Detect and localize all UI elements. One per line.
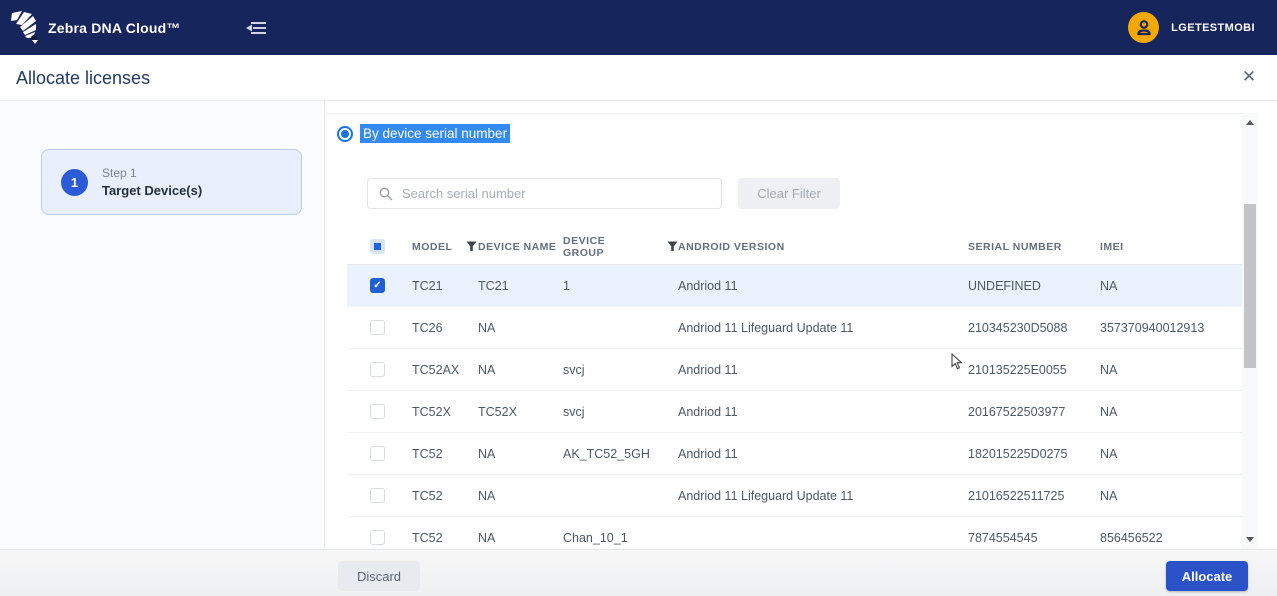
cell-android-version: Andriod 11 Lifeguard Update 11 — [678, 320, 854, 335]
row-checkbox[interactable] — [370, 362, 385, 377]
cell-device-group: svcj — [563, 404, 585, 419]
cell-device-group: svcj — [563, 362, 585, 377]
cell-device-name: TC21 — [478, 278, 509, 293]
search-icon — [379, 187, 393, 201]
cell-model: TC52 — [412, 446, 443, 461]
cell-model: TC52X — [412, 404, 451, 419]
column-header-android-version[interactable]: ANDROID VERSION — [678, 241, 968, 253]
close-icon[interactable]: ✕ — [1238, 66, 1260, 88]
modal-footer: Discard Allocate — [0, 549, 1277, 596]
column-header-device-name[interactable]: DEVICE NAME — [478, 241, 563, 253]
top-navbar: Zebra DNA Cloud™ LGETESTMOBI — [0, 0, 1277, 55]
cell-model: TC26 — [412, 320, 443, 335]
row-checkbox[interactable] — [370, 404, 385, 419]
table-row[interactable]: TC52AX NA svcj Andriod 11 210135225E0055… — [347, 349, 1242, 391]
cell-model: TC52 — [412, 488, 443, 503]
cell-serial-number: UNDEFINED — [968, 278, 1041, 293]
table-header-row: MODEL DEVICE NAME DEVICE GROUP ANDROID V… — [347, 229, 1242, 265]
cell-android-version: Andriod 11 — [678, 446, 738, 461]
step-1-card[interactable]: 1 Step 1 Target Device(s) — [41, 149, 302, 215]
cell-serial-number: 20167522503977 — [968, 404, 1066, 419]
modal-header: Allocate licenses ✕ — [0, 55, 1277, 100]
table-row[interactable]: TC26 NA Andriod 11 Lifeguard Update 11 2… — [347, 307, 1242, 349]
scroll-down-icon[interactable] — [1246, 537, 1254, 542]
clear-filter-button[interactable]: Clear Filter — [738, 178, 840, 209]
row-checkbox[interactable] — [370, 488, 385, 503]
cell-android-version: Andriod 11 — [678, 404, 738, 419]
cell-imei: 357370940012913 — [1100, 320, 1205, 335]
scroll-up-icon[interactable] — [1246, 120, 1254, 125]
cell-serial-number: 182015225D0275 — [968, 446, 1068, 461]
filter-icon[interactable] — [667, 241, 678, 252]
filter-mode-row: By device serial number — [337, 124, 511, 143]
scrollbar-thumb[interactable] — [1244, 204, 1256, 368]
select-all-checkbox[interactable] — [370, 239, 385, 254]
table-row[interactable]: TC52X TC52X svcj Andriod 11 201675225039… — [347, 391, 1242, 433]
table-row[interactable]: TC52 NA Chan_10_1 7874554545 856456522 — [347, 517, 1242, 549]
cell-serial-number: 210345230D5088 — [968, 320, 1068, 335]
cell-android-version: Andriod 11 — [678, 362, 738, 377]
devices-table: MODEL DEVICE NAME DEVICE GROUP ANDROID V… — [347, 229, 1242, 549]
cell-model: TC21 — [412, 278, 443, 293]
cell-android-version: Andriod 11 — [678, 278, 738, 293]
table-row[interactable]: TC52 NA Andriod 11 Lifeguard Update 11 2… — [347, 475, 1242, 517]
user-avatar[interactable] — [1128, 12, 1160, 43]
cell-serial-number: 7874554545 — [968, 530, 1038, 545]
cell-imei: 856456522 — [1100, 530, 1163, 545]
column-header-imei[interactable]: IMEI — [1100, 241, 1242, 253]
row-checkbox[interactable] — [370, 446, 385, 461]
column-header-model[interactable]: MODEL — [412, 241, 478, 253]
cell-imei: NA — [1100, 362, 1118, 377]
content-top-divider — [326, 113, 1242, 114]
cell-device-group: 1 — [563, 278, 570, 293]
vertical-divider — [324, 101, 325, 549]
table-row[interactable]: TC21 TC21 1 Andriod 11 UNDEFINED NA — [347, 265, 1242, 307]
cell-device-group: AK_TC52_5GH — [563, 446, 650, 461]
zebra-logo-icon — [11, 10, 38, 44]
row-checkbox[interactable] — [370, 530, 385, 545]
cell-device-name: NA — [478, 446, 496, 461]
step-number-badge: 1 — [61, 168, 88, 196]
cell-device-name: NA — [478, 530, 496, 545]
vertical-scrollbar[interactable] — [1242, 113, 1258, 549]
cell-serial-number: 21016522511725 — [968, 488, 1065, 503]
cell-imei: NA — [1100, 404, 1118, 419]
cell-device-name: NA — [478, 362, 496, 377]
modal-content: 1 Step 1 Target Device(s) By device seri… — [0, 100, 1277, 596]
filter-icon[interactable] — [466, 241, 477, 252]
step-title: Target Device(s) — [102, 183, 203, 198]
menu-collapse-icon[interactable] — [243, 17, 269, 39]
cell-model: TC52 — [412, 530, 443, 545]
cell-imei: NA — [1100, 278, 1118, 293]
column-header-device-group[interactable]: DEVICE GROUP — [563, 235, 678, 259]
table-row[interactable]: TC52 NA AK_TC52_5GH Andriod 11 182015225… — [347, 433, 1242, 475]
step-label: Step 1 — [102, 166, 137, 180]
page-title: Allocate licenses — [16, 68, 151, 88]
username-label: LGETESTMOBI — [1171, 21, 1255, 34]
column-header-serial-number[interactable]: SERIAL NUMBER — [968, 241, 1100, 253]
discard-button[interactable]: Discard — [338, 561, 420, 591]
person-icon — [1137, 19, 1151, 35]
allocate-button[interactable]: Allocate — [1166, 561, 1248, 591]
cell-device-name: NA — [478, 320, 496, 335]
table-body: TC21 TC21 1 Andriod 11 UNDEFINED NA TC26… — [347, 265, 1242, 549]
radio-by-serial-number[interactable] — [337, 125, 353, 142]
cell-device-name: TC52X — [478, 404, 517, 419]
cell-android-version: Andriod 11 Lifeguard Update 11 — [678, 488, 854, 503]
cell-imei: NA — [1100, 488, 1118, 503]
cell-imei: NA — [1100, 446, 1118, 461]
brand-title: Zebra DNA Cloud™ — [48, 19, 181, 36]
radio-label: By device serial number — [360, 124, 511, 143]
cell-device-group: Chan_10_1 — [563, 530, 628, 545]
serial-search-box — [367, 178, 722, 209]
row-checkbox[interactable] — [370, 320, 385, 335]
search-serial-input[interactable] — [402, 186, 721, 201]
cell-device-name: NA — [478, 488, 496, 503]
cell-model: TC52AX — [412, 362, 460, 377]
cell-serial-number: 210135225E0055 — [968, 362, 1067, 377]
row-checkbox[interactable] — [370, 278, 385, 293]
